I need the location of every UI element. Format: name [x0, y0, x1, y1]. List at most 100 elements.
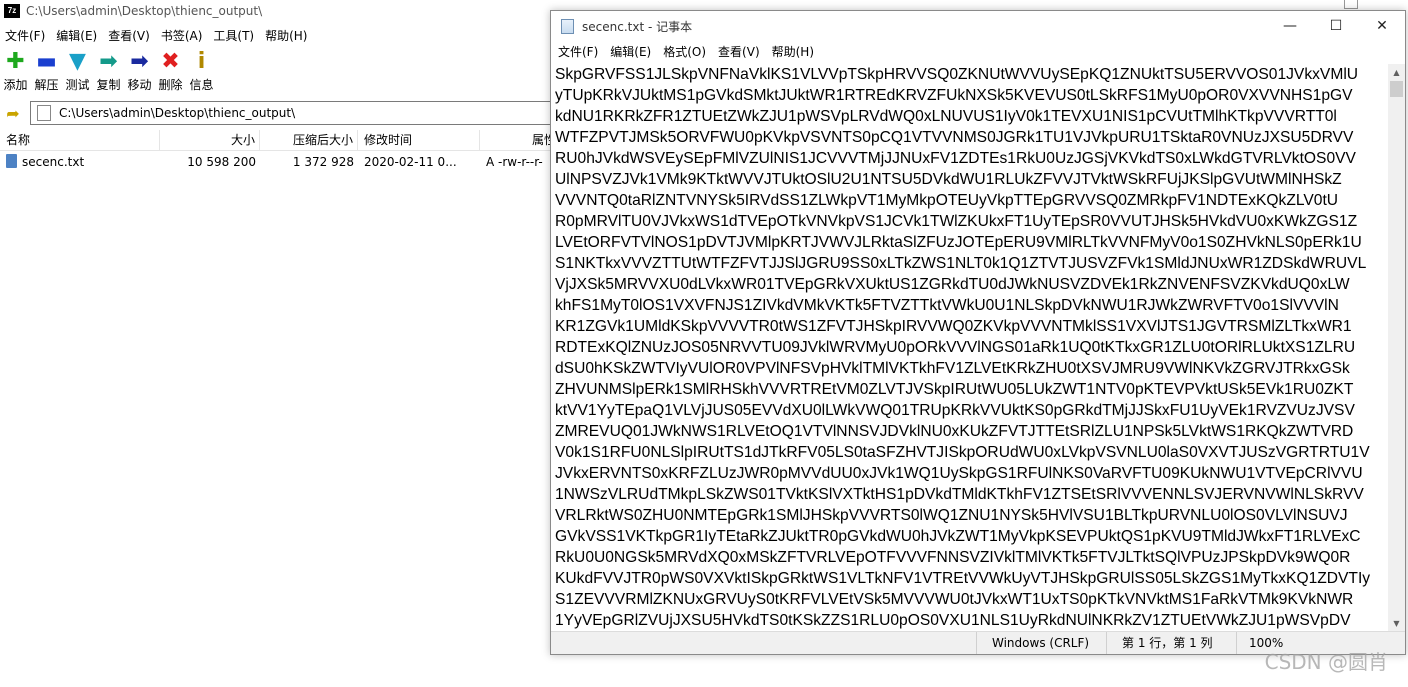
text-line: RDTExKQlZNUzJOS05NRVVTU09JVklWRVMyU0pORk… [555, 339, 1356, 356]
menu-help[interactable]: 帮助(H) [260, 26, 313, 46]
text-line: V0k1S1RFU0NLSlpIRUtTS1dJTkRFV05LS0taSFZH… [555, 444, 1370, 461]
copy-button[interactable]: ➡ 复制 [93, 50, 124, 96]
menu-edit[interactable]: 编辑(E) [51, 26, 103, 46]
file-size: 10 598 200 [187, 155, 256, 169]
np-menu-file[interactable]: 文件(F) [551, 42, 603, 62]
np-menu-format[interactable]: 格式(O) [656, 42, 711, 62]
column-size[interactable]: 大小 [160, 130, 260, 150]
column-modified[interactable]: 修改时间 [358, 130, 480, 150]
text-line: RkU0U0NGSk5MRVdXQ0xMSkZFTVRLVEpOTFVVVFNN… [555, 549, 1351, 566]
text-line: kdNU1RKRkZFR1ZTUEtZWkZJU1pWSVpLRVdWQ0xLN… [555, 108, 1337, 125]
file-name: secenc.txt [22, 155, 85, 169]
text-line: VVVNTQ0taRlZNTVNYSk5IRVdSS1ZLWkpVT1MyMkp… [555, 192, 1339, 209]
maximize-button[interactable]: ☐ [1313, 11, 1359, 41]
notepad-titlebar: secenc.txt - 记事本 — ☐ ✕ [551, 11, 1405, 41]
notepad-text-area[interactable]: SkpGRVFSS1JLSkpVNFNaVklKS1VLVVpTSkpHRVVS… [555, 64, 1385, 632]
table-row[interactable]: secenc.txt 10 598 200 1 372 928 2020-02-… [0, 152, 560, 172]
text-line: KUkdFVVJTR0pWS0VXVktISkpGRktWS1VLTkNFV1V… [555, 570, 1371, 587]
text-line: ZHVUNMSlpERk1SMlRHSkhVVVRTREtVM0ZLVTJVSk… [555, 381, 1354, 398]
menu-bookmarks[interactable]: 书签(A) [156, 26, 209, 46]
np-menu-view[interactable]: 查看(V) [711, 42, 765, 62]
file-modified: 2020-02-11 0... [364, 155, 457, 169]
status-position: 第 1 行，第 1 列 [1106, 632, 1236, 654]
scroll-up-icon[interactable]: ▲ [1388, 64, 1405, 81]
column-packed-size[interactable]: 压缩后大小 [260, 130, 358, 150]
address-text: C:\Users\admin\Desktop\thienc_output\ [59, 106, 296, 120]
text-line: dSU0hKSkZWTVIyVUlOR0VPVlNFSVpHVklTMlVKTk… [555, 360, 1350, 377]
folder-icon [37, 105, 51, 121]
info-button[interactable]: i 信息 [186, 50, 217, 96]
notepad-menubar: 文件(F) 编辑(E) 格式(O) 查看(V) 帮助(H) [551, 42, 819, 62]
test-icon: ▼ [69, 49, 86, 74]
text-line: VjJXSk5MRVVXU0dLVkxWR01TVEpGRkVXUktUS1ZG… [555, 276, 1350, 293]
menu-view[interactable]: 查看(V) [103, 26, 156, 46]
status-encoding: Windows (CRLF) [976, 632, 1106, 654]
copy-icon: ➡ [99, 49, 118, 74]
extract-label: 解压 [34, 78, 59, 92]
text-line: KR1ZGVk1UMldKSkpVVVVTR0tWS1ZFVTJHSkpIRVV… [555, 318, 1352, 335]
file-name-cell: secenc.txt [0, 152, 160, 172]
sevenzip-app-icon: 7z [4, 4, 20, 18]
file-list-header: 名称 大小 压缩后大小 修改时间 属性 [0, 130, 560, 151]
scroll-down-icon[interactable]: ▼ [1388, 615, 1405, 632]
text-line: VRLRktWS0ZHU0NMTEpGRk1SMlJHSkpVVVRTS0lWQ… [555, 507, 1348, 524]
add-button[interactable]: ✚ 添加 [0, 50, 31, 96]
close-icon: ✕ [1376, 18, 1388, 34]
test-label: 测试 [65, 78, 90, 92]
notepad-window: secenc.txt - 记事本 — ☐ ✕ 文件(F) 编辑(E) 格式(O)… [550, 10, 1406, 655]
text-line: JVkxERVNTS0xKRFZLUzJWR0pMVVdUU0xJVk1WQ1U… [555, 465, 1363, 482]
np-menu-edit[interactable]: 编辑(E) [603, 42, 656, 62]
move-icon: ➡ [130, 49, 149, 74]
delete-icon: ✖ [161, 49, 180, 74]
text-line: 1NWSzVLRUdTMkpLSkZWS01TVktKSlVXTktHS1pDV… [555, 486, 1364, 503]
text-line: 1YyVEpGRlZVUjJXSU5HVkdTS0tKSkZZS1RLU0pOS… [555, 612, 1351, 629]
scroll-thumb[interactable] [1390, 81, 1403, 97]
file-packed-size: 1 372 928 [292, 155, 354, 169]
sevenzip-window-control[interactable] [1344, 0, 1358, 9]
add-icon: ✚ [6, 49, 25, 74]
vertical-scrollbar[interactable]: ▲ ▼ [1388, 64, 1405, 632]
menu-file[interactable]: 文件(F) [0, 26, 51, 46]
move-button[interactable]: ➡ 移动 [124, 50, 155, 96]
sevenzip-toolbar: ✚ 添加 ▬ 解压 ▼ 测试 ➡ 复制 ➡ 移动 ✖ 删除 i 信息 [0, 50, 217, 96]
delete-label: 删除 [158, 78, 183, 92]
np-menu-help[interactable]: 帮助(H) [765, 42, 819, 62]
delete-button[interactable]: ✖ 删除 [155, 50, 186, 96]
text-line: S1ZEVVVRMlZKNUxGRVUyS0tKRFVLVEtVSk5MVVVW… [555, 591, 1354, 608]
notepad-title: secenc.txt - 记事本 [582, 19, 693, 34]
info-label: 信息 [189, 78, 214, 92]
folder-up-button[interactable]: ➦ [2, 102, 24, 124]
extract-button[interactable]: ▬ 解压 [31, 50, 62, 96]
minimize-button[interactable]: — [1267, 11, 1313, 41]
column-name[interactable]: 名称 [0, 130, 160, 150]
notepad-app-icon [561, 18, 574, 34]
text-line: WTFZPVTJMSk5ORVFWU0pKVkpVSVNTS0pCQ1VTVVN… [555, 129, 1354, 146]
text-line: SkpGRVFSS1JLSkpVNFNaVklKS1VLVVpTSkpHRVVS… [555, 66, 1359, 83]
text-line: GVkVSS1VKTkpGR1IyTEtaRkZJUktTR0pGVkdWU0h… [555, 528, 1361, 545]
text-line: ktVV1YyTEpaQ1VLVjJUS05EVVdXU0lLWkVWQ01TR… [555, 402, 1355, 419]
test-button[interactable]: ▼ 测试 [62, 50, 93, 96]
extract-icon: ▬ [36, 49, 57, 74]
text-line: ZMREVUQ01JWkNWS1RLVEtOQ1VTVlNNSVJDVklNU0… [555, 423, 1354, 440]
watermark: CSDN @圆肖 [1264, 650, 1388, 674]
text-line: S1NKTkxVVVZTTUtWTFZFVTJJSlJGRU9SS0xLTkZW… [555, 255, 1367, 272]
text-file-icon [6, 154, 17, 168]
text-line: LVEtORFVTVlNOS1pDVTJVMlpKRTJVWVJLRktaSlZ… [555, 234, 1362, 251]
minimize-icon: — [1283, 18, 1297, 34]
text-line: UlNPSVZJVk1VMk9KTktWVVJTUktOSlU2U1NTSU5D… [555, 171, 1342, 188]
folder-up-icon: ➦ [6, 103, 20, 123]
add-label: 添加 [3, 78, 28, 92]
close-button[interactable]: ✕ [1359, 11, 1405, 41]
sevenzip-title: C:\Users\admin\Desktop\thienc_output\ [26, 4, 263, 18]
text-line: yTUpKRkVJUktMS1pGVkdSMktJUktWR1RTREdKRVZ… [555, 87, 1353, 104]
address-bar: ➦ C:\Users\admin\Desktop\thienc_output\ [0, 100, 560, 126]
sevenzip-menubar: 文件(F) 编辑(E) 查看(V) 书签(A) 工具(T) 帮助(H) [0, 26, 313, 46]
column-attributes[interactable]: 属性 [480, 130, 560, 150]
menu-tools[interactable]: 工具(T) [208, 26, 260, 46]
address-input[interactable]: C:\Users\admin\Desktop\thienc_output\ [30, 101, 560, 125]
file-attributes: A -rw-r--r- [486, 155, 543, 169]
copy-label: 复制 [96, 78, 121, 92]
text-line: RU0hJVkdWSVEySEpFMlVZUlNIS1JCVVVTMjJJNUx… [555, 150, 1356, 167]
info-icon: i [197, 49, 206, 74]
maximize-icon: ☐ [1329, 18, 1343, 34]
